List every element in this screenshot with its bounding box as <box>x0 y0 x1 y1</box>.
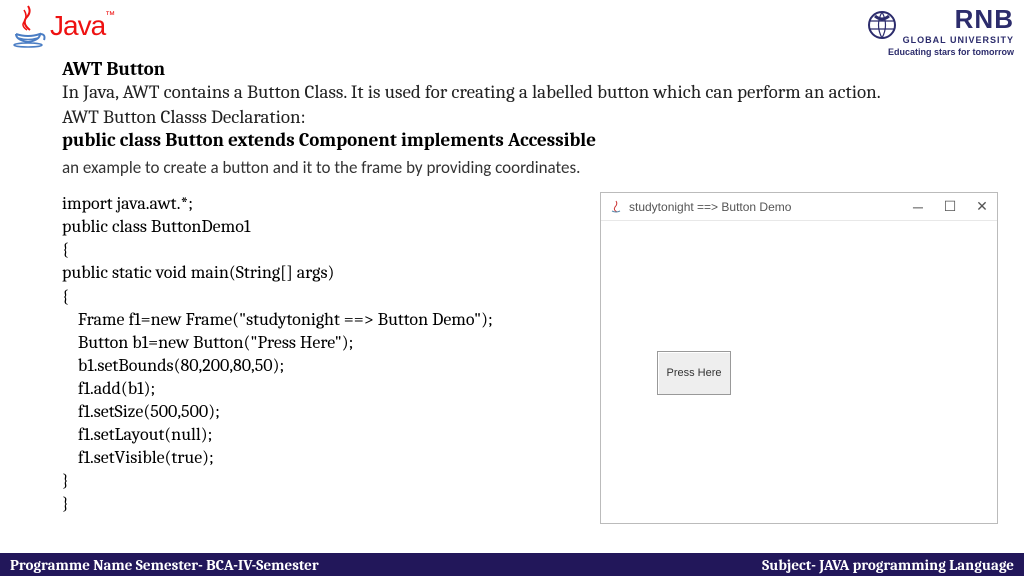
java-cup-icon <box>10 4 46 48</box>
footer-programme: Programme Name Semester- BCA-IV-Semester <box>10 556 319 574</box>
close-icon[interactable]: ✕ <box>975 200 989 214</box>
demo-body: Press Here <box>601 221 997 523</box>
rnb-brand-text: RNB <box>903 4 1014 35</box>
main-content: AWT Button In Java, AWT contains a Butto… <box>0 58 1024 524</box>
window-controls: ─ ☐ ✕ <box>911 200 989 214</box>
java-window-icon <box>609 200 623 214</box>
maximize-icon[interactable]: ☐ <box>943 200 957 214</box>
class-declaration: public class Button extends Component im… <box>62 129 1024 151</box>
java-brand-text: Java™ <box>50 10 114 42</box>
header: Java™ RNB GLOBAL UNIVERSITY Educating st… <box>0 0 1024 58</box>
section-title: AWT Button <box>62 58 1024 80</box>
demo-titlebar: studytonight ==> Button Demo ─ ☐ ✕ <box>601 193 997 221</box>
rnb-subtitle: GLOBAL UNIVERSITY <box>903 35 1014 45</box>
decl-label: AWT Button Classs Declaration: <box>62 105 1024 130</box>
intro-text: In Java, AWT contains a Button Class. It… <box>62 80 1024 105</box>
java-logo: Java™ <box>10 4 114 48</box>
minimize-icon[interactable]: ─ <box>911 200 925 214</box>
footer-subject: Subject- JAVA programming Language <box>762 556 1014 574</box>
demo-window: studytonight ==> Button Demo ─ ☐ ✕ Press… <box>600 192 998 524</box>
rnb-globe-icon <box>867 10 897 40</box>
code-block: import java.awt.*; public class ButtonDe… <box>62 192 493 524</box>
example-description: an example to create a button and it to … <box>62 157 1024 178</box>
rnb-tagline: Educating stars for tomorrow <box>867 47 1014 57</box>
rnb-logo: RNB GLOBAL UNIVERSITY Educating stars fo… <box>867 4 1014 57</box>
press-here-button[interactable]: Press Here <box>657 351 731 395</box>
footer: Programme Name Semester- BCA-IV-Semester… <box>0 553 1024 576</box>
demo-window-title: studytonight ==> Button Demo <box>629 200 911 214</box>
